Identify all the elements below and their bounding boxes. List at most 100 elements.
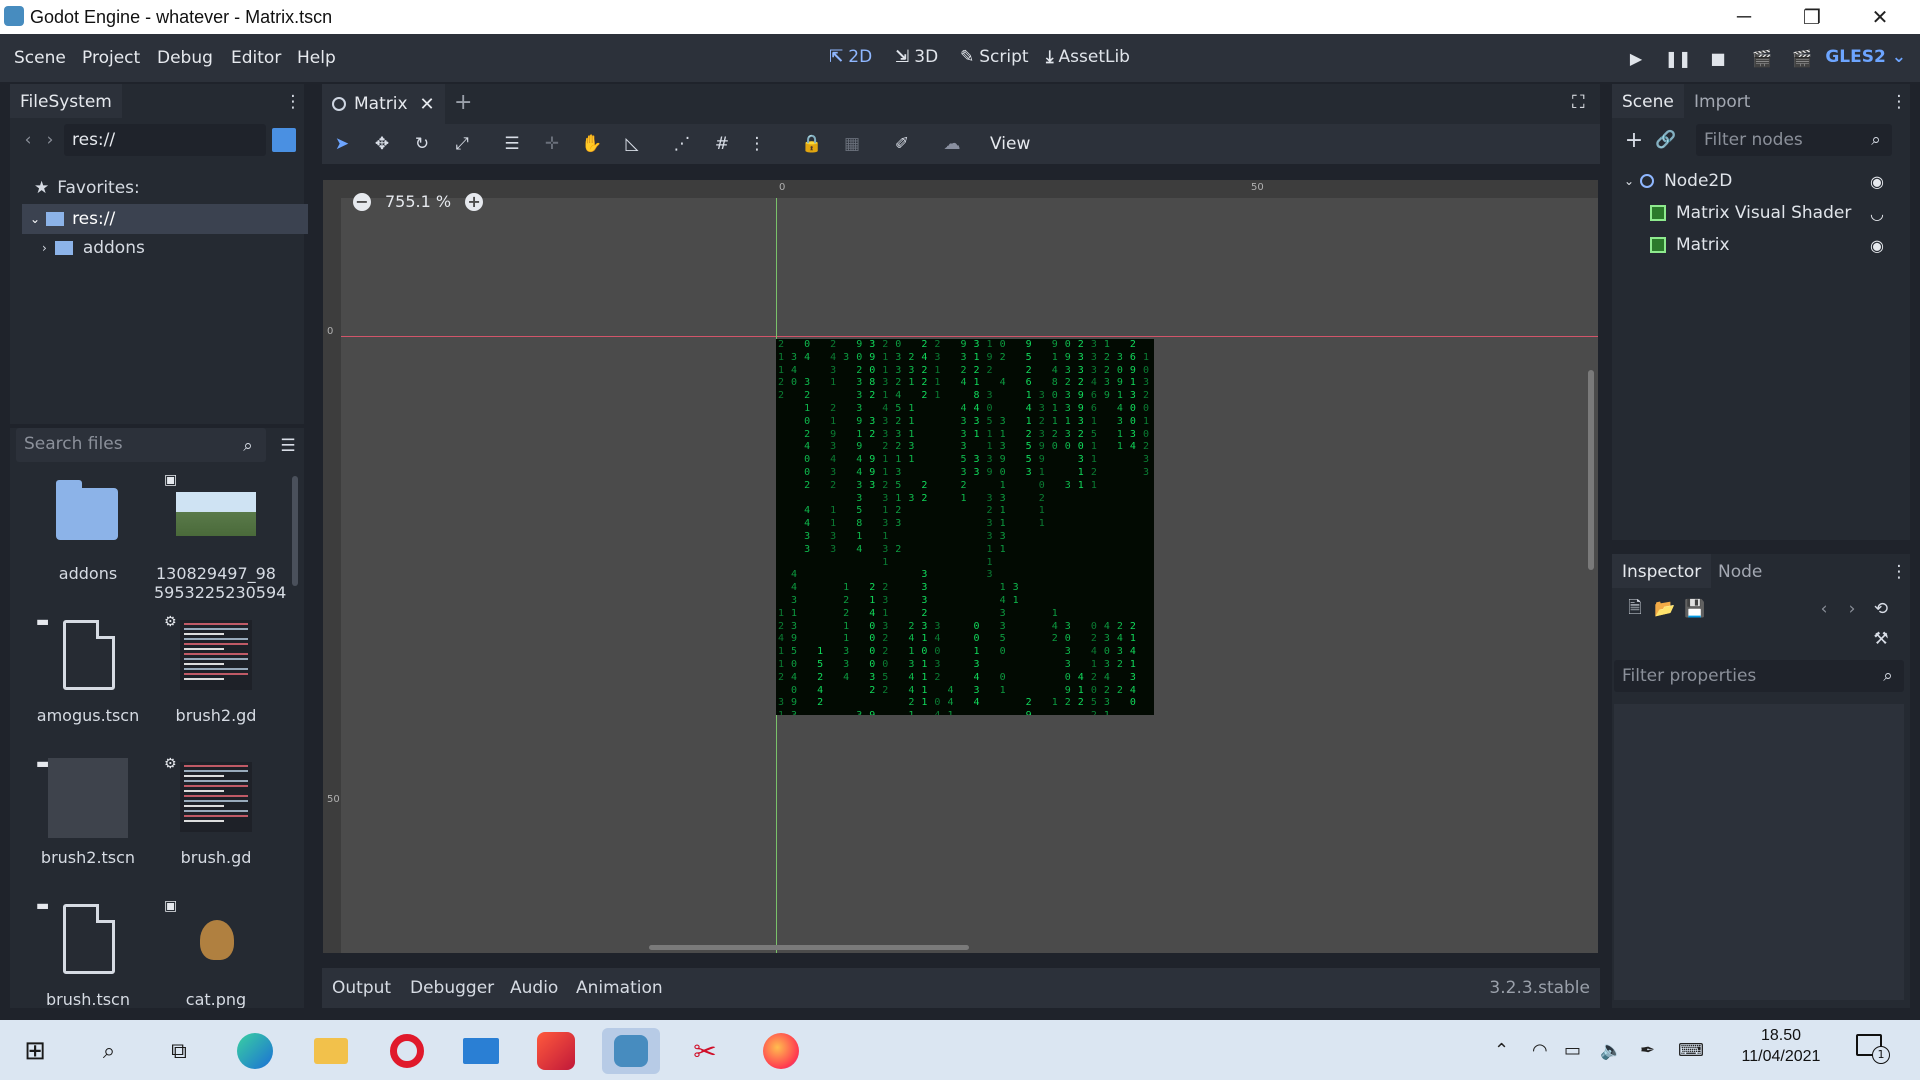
menu-debug[interactable]: Debug bbox=[157, 48, 213, 68]
volume-icon[interactable]: 🔈 bbox=[1600, 1040, 1622, 1061]
file-item[interactable]: ▬ brush2.tscn bbox=[26, 756, 150, 867]
tray-overflow-icon[interactable]: ⌃ bbox=[1494, 1040, 1509, 1061]
workspace-3d-button[interactable]: ⇲ 3D bbox=[895, 47, 938, 67]
file-item[interactable]: ⚙ brush2.gd bbox=[154, 614, 278, 725]
tree-item-addons[interactable]: › addons bbox=[42, 238, 145, 258]
viewport-hscrollbar[interactable] bbox=[649, 945, 969, 950]
workspace-assetlib-button[interactable]: ⤓ AssetLib bbox=[1046, 47, 1130, 67]
viewport-vscrollbar[interactable] bbox=[1588, 370, 1594, 570]
tab-audio[interactable]: Audio bbox=[510, 978, 558, 998]
select-mode-icon[interactable]: ➤ bbox=[330, 132, 354, 156]
history-forward-icon[interactable]: › bbox=[1842, 598, 1862, 620]
close-window-button[interactable]: ✕ bbox=[1846, 0, 1914, 34]
tab-animation[interactable]: Animation bbox=[576, 978, 663, 998]
play-scene-button[interactable]: 🎬 bbox=[1748, 46, 1776, 70]
add-tab-icon[interactable]: + bbox=[454, 90, 472, 115]
file-item[interactable]: ▣ cat.png bbox=[154, 898, 278, 1008]
menu-help[interactable]: Help bbox=[297, 48, 336, 68]
group-icon[interactable]: ▦ bbox=[840, 132, 864, 156]
file-item[interactable]: ⚙ brush.gd bbox=[154, 756, 278, 867]
add-node-icon[interactable]: + bbox=[1622, 128, 1646, 153]
filter-nodes-input[interactable]: Filter nodes bbox=[1696, 124, 1892, 156]
dock-menu-icon[interactable]: ⋮ bbox=[285, 92, 302, 112]
taskbar-app-edge[interactable] bbox=[232, 1028, 278, 1074]
scene-node-node2d[interactable]: ⌄ Node2D ◉ bbox=[1624, 166, 1906, 196]
smart-snap-icon[interactable]: ⋰ bbox=[670, 132, 694, 156]
search-files-input[interactable]: Search files bbox=[16, 428, 266, 462]
tab-node[interactable]: Node bbox=[1708, 554, 1772, 588]
file-item[interactable]: ▬ brush.tscn bbox=[26, 898, 150, 1008]
pivot-icon[interactable]: ✛ bbox=[540, 132, 564, 156]
history-icon[interactable]: ⟲ bbox=[1870, 598, 1892, 620]
snap-options-icon[interactable]: ⋮ bbox=[749, 132, 766, 156]
open-folder-icon[interactable]: 📂 bbox=[1654, 598, 1676, 620]
rotate-mode-icon[interactable]: ↻ bbox=[410, 132, 434, 156]
tools-icon[interactable]: ⚒ bbox=[1870, 628, 1892, 650]
scale-mode-icon[interactable]: ⤢ bbox=[450, 132, 474, 156]
notification-button[interactable]: 1 bbox=[1856, 1034, 1896, 1068]
menu-editor[interactable]: Editor bbox=[231, 48, 281, 68]
zoom-level[interactable]: 755.1 % bbox=[385, 192, 451, 211]
eye-icon[interactable]: ◉ bbox=[1870, 172, 1884, 191]
taskbar-app-opera[interactable] bbox=[384, 1028, 430, 1074]
clock[interactable]: 18.50 11/04/2021 bbox=[1736, 1027, 1826, 1066]
distraction-free-icon[interactable]: ⛶ bbox=[1572, 92, 1585, 113]
matrix-sprite[interactable]: 2 1 1 2 2 1 2 4 1 1 2 3 1 8 3 4 0 4 4 3 … bbox=[776, 339, 1154, 715]
zoom-out-icon[interactable]: − bbox=[353, 192, 371, 211]
scene-node-matrix-visual-shader[interactable]: Matrix Visual Shader ◡ bbox=[1624, 198, 1906, 228]
list-view-icon[interactable]: ☰ bbox=[276, 434, 300, 458]
link-icon[interactable]: 🔗 bbox=[1654, 128, 1678, 152]
tab-matrix[interactable]: Matrix ✕ bbox=[322, 84, 445, 124]
zoom-in-icon[interactable]: + bbox=[465, 192, 484, 211]
taskbar-app-candy-crush[interactable] bbox=[533, 1028, 579, 1074]
pause-button[interactable]: ❚❚ bbox=[1664, 46, 1692, 70]
ruler-icon[interactable]: ◺ bbox=[620, 132, 644, 156]
move-mode-icon[interactable]: ✥ bbox=[370, 132, 394, 156]
menu-scene[interactable]: Scene bbox=[14, 48, 66, 68]
close-tab-icon[interactable]: ✕ bbox=[420, 94, 435, 115]
grid-snap-icon[interactable]: # bbox=[710, 132, 734, 156]
eye-closed-icon[interactable]: ◡ bbox=[1870, 204, 1884, 223]
taskbar-app-explorer[interactable] bbox=[308, 1028, 354, 1074]
pan-hand-icon[interactable]: ✋ bbox=[580, 132, 604, 156]
forward-icon[interactable]: › bbox=[40, 128, 60, 152]
restore-button[interactable]: ❐ bbox=[1778, 0, 1846, 34]
favorites-row[interactable]: ★ Favorites: bbox=[34, 178, 140, 198]
pen-icon[interactable]: ✒ bbox=[1640, 1040, 1655, 1061]
scene-node-matrix[interactable]: Matrix ◉ bbox=[1624, 230, 1906, 260]
cloud-icon[interactable]: ☁ bbox=[940, 132, 964, 156]
tab-filesystem[interactable]: FileSystem bbox=[10, 84, 122, 118]
file-list-scrollbar[interactable] bbox=[292, 476, 298, 586]
tab-debugger[interactable]: Debugger bbox=[410, 978, 494, 998]
new-resource-icon[interactable]: 🗎 bbox=[1624, 598, 1646, 620]
minimize-button[interactable]: ─ bbox=[1710, 0, 1778, 34]
eye-icon[interactable]: ◉ bbox=[1870, 236, 1884, 255]
play-custom-scene-button[interactable]: 🎬 bbox=[1788, 46, 1816, 70]
keyboard-icon[interactable]: ⌨ bbox=[1678, 1040, 1704, 1061]
workspace-2d-button[interactable]: ⇱ 2D bbox=[829, 47, 872, 67]
battery-icon[interactable]: ▭ bbox=[1564, 1040, 1581, 1061]
list-select-icon[interactable]: ☰ bbox=[500, 132, 524, 156]
tab-import[interactable]: Import bbox=[1684, 84, 1760, 118]
view-menu[interactable]: View bbox=[990, 134, 1030, 154]
play-button[interactable]: ▶ bbox=[1622, 46, 1650, 70]
renderer-select[interactable]: GLES2 ⌄ bbox=[1825, 47, 1906, 67]
tab-output[interactable]: Output bbox=[332, 978, 391, 998]
tab-scene[interactable]: Scene bbox=[1612, 84, 1684, 118]
lock-icon[interactable]: 🔒 bbox=[800, 132, 824, 156]
dock-menu-icon[interactable]: ⋮ bbox=[1891, 562, 1908, 582]
task-view-button[interactable]: ⧉ bbox=[156, 1028, 202, 1074]
file-item[interactable]: ▣ 130829497_98 5953225230594 bbox=[154, 472, 286, 602]
save-icon[interactable]: 💾 bbox=[1684, 598, 1706, 620]
filter-properties-input[interactable]: Filter properties bbox=[1614, 660, 1904, 692]
history-back-icon[interactable]: ‹ bbox=[1814, 598, 1834, 620]
bone-icon[interactable]: ✐ bbox=[890, 132, 914, 156]
menu-project[interactable]: Project bbox=[82, 48, 140, 68]
workspace-script-button[interactable]: ✎ Script bbox=[960, 47, 1029, 67]
taskbar-app-godot[interactable] bbox=[602, 1028, 660, 1074]
taskbar-app-firefox[interactable] bbox=[758, 1028, 804, 1074]
taskbar-app-snip[interactable]: ✂ bbox=[682, 1028, 728, 1074]
windows-start-button[interactable]: ⊞ bbox=[12, 1028, 58, 1074]
back-icon[interactable]: ‹ bbox=[18, 128, 38, 152]
file-item[interactable]: ▬ amogus.tscn bbox=[26, 614, 150, 725]
